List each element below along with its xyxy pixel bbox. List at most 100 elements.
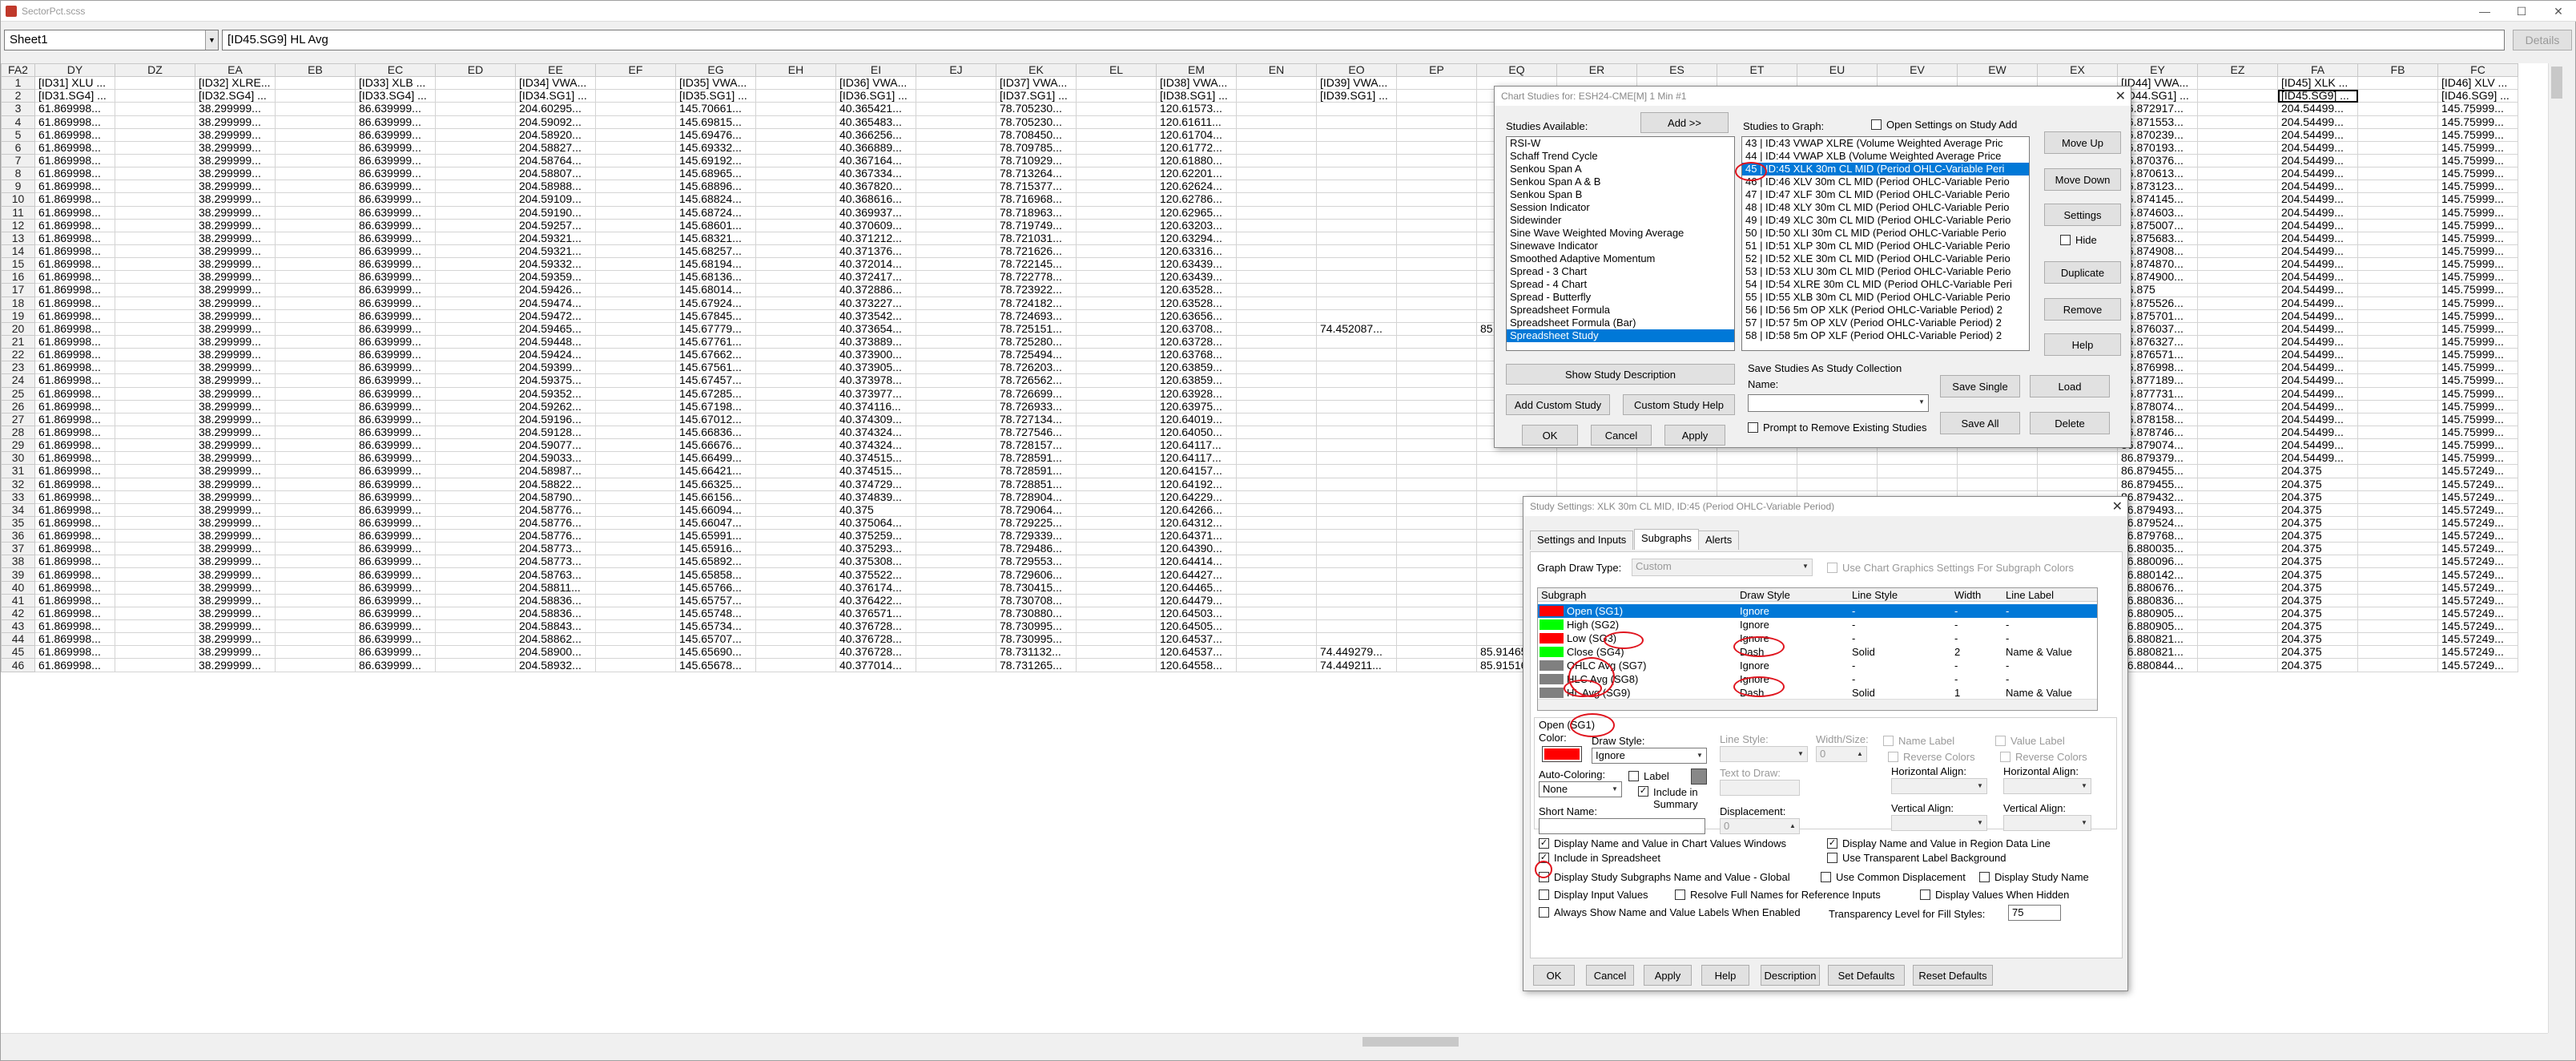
cell[interactable]: [595, 153, 676, 168]
cell[interactable]: [2197, 180, 2278, 194]
cell[interactable]: 145.57249...: [2437, 632, 2518, 647]
cell[interactable]: 204.59426...: [515, 283, 596, 297]
list-item[interactable]: Senkou Span A: [1507, 163, 1734, 175]
cell[interactable]: 145.75999...: [2437, 283, 2518, 297]
cell[interactable]: [115, 102, 195, 116]
cell[interactable]: [1076, 529, 1157, 543]
cell[interactable]: 120.64050...: [1156, 425, 1237, 440]
row-header[interactable]: 5: [1, 127, 35, 142]
column-header[interactable]: Draw Style: [1740, 588, 1790, 602]
cell[interactable]: [1957, 464, 2038, 478]
cell[interactable]: 78.726562...: [996, 373, 1077, 388]
chevron-down-icon[interactable]: ▼: [2078, 816, 2091, 830]
list-item[interactable]: RSI-W: [1507, 137, 1734, 150]
cell[interactable]: [2197, 283, 2278, 297]
cell[interactable]: 204.60295...: [515, 102, 596, 116]
cell[interactable]: [2357, 180, 2438, 194]
cell[interactable]: [1556, 477, 1637, 491]
close-icon[interactable]: ✕: [2115, 88, 2126, 104]
cell[interactable]: [1396, 205, 1477, 220]
cell[interactable]: [1236, 529, 1317, 543]
cell[interactable]: [1076, 244, 1157, 259]
cell[interactable]: 61.869998...: [34, 658, 115, 672]
cell[interactable]: 204.59359...: [515, 270, 596, 284]
cell[interactable]: [2197, 632, 2278, 647]
cell[interactable]: 145.75999...: [2437, 231, 2518, 245]
row-header[interactable]: 20: [1, 321, 35, 336]
cell[interactable]: [755, 555, 836, 569]
list-item[interactable]: 44 | ID:44 VWAP XLB (Volume Weighted Ave…: [1742, 150, 2029, 163]
cell[interactable]: [1076, 192, 1157, 207]
cell[interactable]: 61.869998...: [34, 606, 115, 621]
list-item[interactable]: 49 | ID:49 XLC 30m CL MID (Period OHLC-V…: [1742, 214, 2029, 227]
collection-name-select[interactable]: ▼: [1748, 394, 1929, 412]
column-header[interactable]: Line Label: [2006, 588, 2054, 602]
cell[interactable]: [755, 283, 836, 297]
cell[interactable]: [2197, 321, 2278, 336]
cell[interactable]: 61.869998...: [34, 321, 115, 336]
cell[interactable]: 204.58776...: [515, 529, 596, 543]
cell[interactable]: [755, 425, 836, 440]
cell[interactable]: [2357, 412, 2438, 426]
row-header[interactable]: 3: [1, 102, 35, 116]
cell[interactable]: 74.449211...: [1316, 658, 1397, 672]
cell[interactable]: [2357, 334, 2438, 349]
cell[interactable]: 61.869998...: [34, 334, 115, 349]
duplicate-button[interactable]: Duplicate: [2044, 261, 2121, 284]
cell[interactable]: [435, 296, 516, 310]
cell[interactable]: 40.376728...: [835, 632, 916, 647]
spin-icon[interactable]: ▲: [1786, 819, 1799, 833]
cell[interactable]: 40.370609...: [835, 218, 916, 232]
cell[interactable]: [1236, 334, 1317, 349]
cell[interactable]: [2197, 218, 2278, 232]
column-header[interactable]: FC: [2437, 63, 2518, 78]
cell[interactable]: 38.299999...: [195, 399, 276, 414]
cell[interactable]: 204.59352...: [515, 386, 596, 401]
cell[interactable]: 145.67012...: [675, 412, 756, 426]
studies-to-graph-list[interactable]: 43 | ID:43 VWAP XLRE (Volume Weighted Av…: [1741, 136, 2030, 351]
cell[interactable]: 38.299999...: [195, 205, 276, 220]
column-header[interactable]: DZ: [115, 63, 195, 78]
cell[interactable]: 145.68321...: [675, 231, 756, 245]
cell[interactable]: 204.58920...: [515, 127, 596, 142]
cell[interactable]: [916, 296, 996, 310]
cell[interactable]: [2197, 192, 2278, 207]
cell[interactable]: [1316, 502, 1397, 517]
cell[interactable]: [916, 205, 996, 220]
cell[interactable]: [1396, 412, 1477, 426]
apply-button[interactable]: Apply: [1644, 965, 1692, 986]
cell[interactable]: [435, 529, 516, 543]
cell[interactable]: [1236, 89, 1317, 103]
cell[interactable]: 40.376728...: [835, 619, 916, 634]
cell[interactable]: [2357, 153, 2438, 168]
cell[interactable]: [1236, 140, 1317, 155]
cell[interactable]: 204.58822...: [515, 477, 596, 491]
cell[interactable]: [595, 645, 676, 660]
cell[interactable]: [2197, 425, 2278, 440]
cell[interactable]: [275, 348, 356, 362]
cell[interactable]: 120.64414...: [1156, 555, 1237, 569]
graph-draw-type-select[interactable]: Custom ▼: [1632, 559, 1813, 576]
cell[interactable]: 145.65734...: [675, 619, 756, 634]
cell[interactable]: 86.639999...: [355, 451, 436, 466]
cell[interactable]: [1476, 451, 1557, 466]
cell[interactable]: [2197, 348, 2278, 362]
cell[interactable]: 38.299999...: [195, 127, 276, 142]
cell[interactable]: [1076, 115, 1157, 129]
cell[interactable]: 86.639999...: [355, 270, 436, 284]
cell[interactable]: [2197, 167, 2278, 181]
cell[interactable]: [2197, 115, 2278, 129]
column-header[interactable]: EE: [515, 63, 596, 78]
cell[interactable]: 120.61772...: [1156, 140, 1237, 155]
cell[interactable]: [435, 76, 516, 91]
cell[interactable]: 38.299999...: [195, 619, 276, 634]
cell[interactable]: 78.727546...: [996, 425, 1077, 440]
cell[interactable]: [ID38.SG1] ...: [1156, 89, 1237, 103]
cell[interactable]: [435, 606, 516, 621]
cell[interactable]: 204.375: [2277, 658, 2358, 672]
cell[interactable]: [1396, 632, 1477, 647]
cell[interactable]: [115, 218, 195, 232]
cell[interactable]: [275, 167, 356, 181]
cell[interactable]: [2357, 451, 2438, 466]
chevron-down-icon[interactable]: ▼: [1608, 782, 1621, 797]
